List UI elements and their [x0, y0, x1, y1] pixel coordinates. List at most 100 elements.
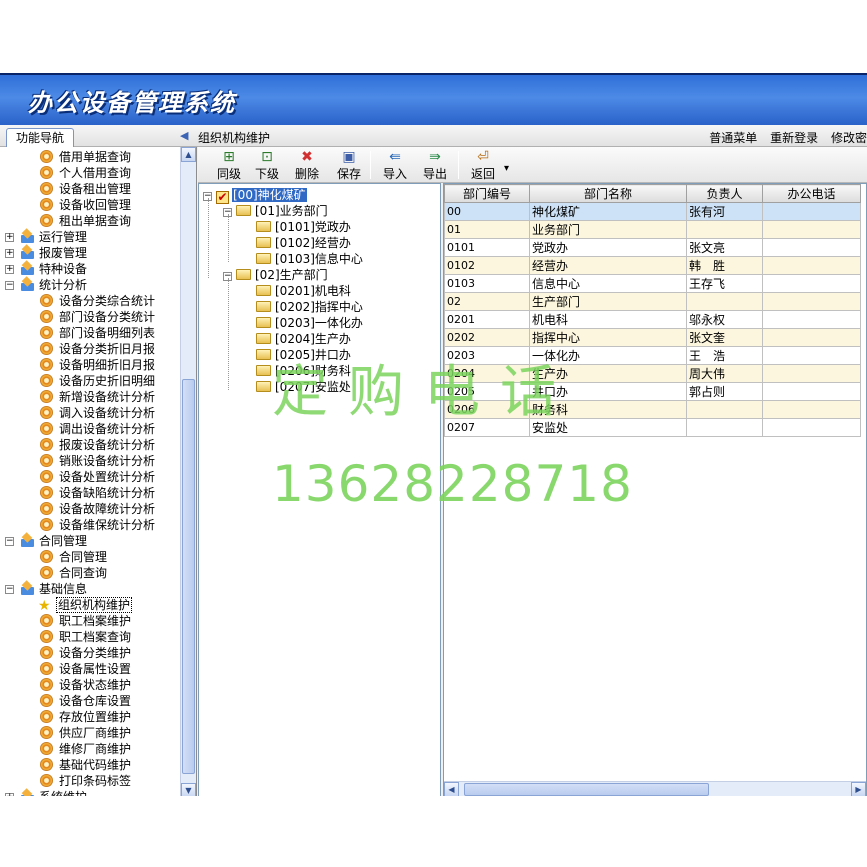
nav-group[interactable]: + 运行管理	[5, 229, 87, 245]
nav-group[interactable]: − 合同管理	[5, 533, 87, 549]
nav-item[interactable]: 设备故障统计分析	[40, 501, 155, 517]
nav-item[interactable]: 设备分类综合统计	[40, 293, 155, 309]
tree-node[interactable]: [0203]一体化办	[256, 315, 363, 331]
table-cell[interactable]	[686, 220, 763, 239]
table-cell[interactable]: 邬永权	[686, 310, 763, 329]
nav-item[interactable]: 设备分类折旧月报	[40, 341, 155, 357]
table-cell[interactable]: 01	[444, 220, 530, 239]
table-cell[interactable]	[762, 418, 861, 437]
collapse-icon[interactable]: −	[5, 585, 14, 594]
nav-group[interactable]: − 基础信息	[5, 581, 87, 597]
nav-item[interactable]: 设备历史折旧明细	[40, 373, 155, 389]
nav-item[interactable]: 调出设备统计分析	[40, 421, 155, 437]
table-cell[interactable]	[762, 292, 861, 311]
nav-group[interactable]: + 报废管理	[5, 245, 87, 261]
table-row[interactable]: 0201 机电科 邬永权	[444, 310, 861, 329]
table-cell[interactable]	[762, 238, 861, 257]
nav-scroll-thumb[interactable]	[182, 379, 195, 774]
table-cell[interactable]	[686, 400, 763, 419]
nav-item[interactable]: 设备维保统计分析	[40, 517, 155, 533]
toolbar-button-5[interactable]: ⇛ 导出	[418, 149, 452, 181]
table-cell[interactable]: 生产部门	[529, 292, 687, 311]
table-cell[interactable]	[762, 202, 861, 221]
nav-item[interactable]: 职工档案查询	[40, 629, 131, 645]
toolbar-button-4[interactable]: ⇚ 导入	[378, 149, 412, 181]
scroll-right-icon[interactable]: ▶	[851, 782, 866, 796]
nav-item[interactable]: 维修厂商维护	[40, 741, 131, 757]
nav-item[interactable]: 调入设备统计分析	[40, 405, 155, 421]
table-cell[interactable]: 机电科	[529, 310, 687, 329]
table-cell[interactable]	[762, 382, 861, 401]
tree-node[interactable]: [0103]信息中心	[256, 251, 363, 267]
table-row[interactable]: 02 生产部门	[444, 292, 861, 311]
nav-item[interactable]: 设备租出管理	[40, 181, 131, 197]
table-cell[interactable]: 张文奎	[686, 328, 763, 347]
nav-item[interactable]: 设备处置统计分析	[40, 469, 155, 485]
table-cell[interactable]	[686, 418, 763, 437]
nav-item[interactable]: 设备收回管理	[40, 197, 131, 213]
nav-item[interactable]: 设备仓库设置	[40, 693, 131, 709]
nav-item[interactable]: 租出单据查询	[40, 213, 131, 229]
toolbar-button-3[interactable]: ▣ 保存	[332, 149, 366, 181]
table-cell[interactable]	[762, 310, 861, 329]
expand-icon[interactable]: +	[5, 793, 14, 796]
table-cell[interactable]: 张文亮	[686, 238, 763, 257]
table-cell[interactable]: 周大伟	[686, 364, 763, 383]
table-cell[interactable]: 韩 胜	[686, 256, 763, 275]
collapse-left-icon[interactable]: ◀	[180, 129, 188, 142]
toolbar-button-1[interactable]: ⊡ 下级	[250, 149, 284, 181]
nav-item[interactable]: 个人借用查询	[40, 165, 131, 181]
table-cell[interactable]	[762, 220, 861, 239]
table-cell[interactable]: 郭占则	[686, 382, 763, 401]
nav-item[interactable]: 销账设备统计分析	[40, 453, 155, 469]
table-cell[interactable]	[762, 346, 861, 365]
nav-item[interactable]: 设备状态维护	[40, 677, 131, 693]
table-cell[interactable]: 王 浩	[686, 346, 763, 365]
table-row[interactable]: 0103 信息中心 王存飞	[444, 274, 861, 293]
table-cell[interactable]: 0103	[444, 274, 530, 293]
tree-node[interactable]: [0102]经营办	[256, 235, 351, 251]
table-cell[interactable]: 指挥中心	[529, 328, 687, 347]
table-cell[interactable]	[762, 400, 861, 419]
table-cell[interactable]: 王存飞	[686, 274, 763, 293]
nav-item[interactable]: 新增设备统计分析	[40, 389, 155, 405]
nav-group[interactable]: − 统计分析	[5, 277, 87, 293]
tree-node[interactable]: [0202]指挥中心	[256, 299, 363, 315]
nav-scrollbar[interactable]: ▲ ▼	[180, 147, 196, 796]
nav-item[interactable]: ★ 组织机构维护	[38, 597, 133, 613]
table-cell[interactable]	[686, 292, 763, 311]
grid-hscrollbar[interactable]: ◀ ▶	[444, 781, 866, 796]
nav-item[interactable]: 设备分类维护	[40, 645, 131, 661]
tree-node[interactable]: [0204]生产办	[256, 331, 351, 347]
menu-link-relogin[interactable]: 重新登录	[770, 131, 818, 145]
tree-node[interactable]: − [02]生产部门	[223, 267, 328, 283]
expand-icon[interactable]: +	[5, 249, 14, 258]
collapse-icon[interactable]: −	[5, 537, 14, 546]
table-row[interactable]: 0202 指挥中心 张文奎	[444, 328, 861, 347]
scroll-left-icon[interactable]: ◀	[444, 782, 459, 796]
table-cell[interactable]	[762, 256, 861, 275]
toolbar-button-2[interactable]: ✖ 删除	[290, 149, 324, 181]
nav-item[interactable]: 供应厂商维护	[40, 725, 131, 741]
column-header[interactable]: 办公电话	[762, 184, 861, 203]
nav-item[interactable]: 部门设备明细列表	[40, 325, 155, 341]
scroll-down-icon[interactable]: ▼	[181, 783, 196, 796]
toolbar-button-6[interactable]: ⏎ 返回	[466, 149, 500, 181]
nav-item[interactable]: 报废设备统计分析	[40, 437, 155, 453]
table-cell[interactable]: 0102	[444, 256, 530, 275]
table-cell[interactable]: 业务部门	[529, 220, 687, 239]
table-cell[interactable]: 经营办	[529, 256, 687, 275]
table-cell[interactable]: 张有河	[686, 202, 763, 221]
grid-scroll-thumb[interactable]	[464, 783, 709, 796]
table-cell[interactable]	[762, 328, 861, 347]
nav-item[interactable]: 打印条码标签	[40, 773, 131, 789]
nav-item[interactable]: 部门设备分类统计	[40, 309, 155, 325]
column-header[interactable]: 负责人	[686, 184, 763, 203]
table-cell[interactable]: 0202	[444, 328, 530, 347]
nav-item[interactable]: 设备属性设置	[40, 661, 131, 677]
table-cell[interactable]: 信息中心	[529, 274, 687, 293]
nav-item[interactable]: 基础代码维护	[40, 757, 131, 773]
nav-item[interactable]: 设备缺陷统计分析	[40, 485, 155, 501]
table-cell[interactable]	[762, 364, 861, 383]
table-cell[interactable]: 00	[444, 202, 530, 221]
